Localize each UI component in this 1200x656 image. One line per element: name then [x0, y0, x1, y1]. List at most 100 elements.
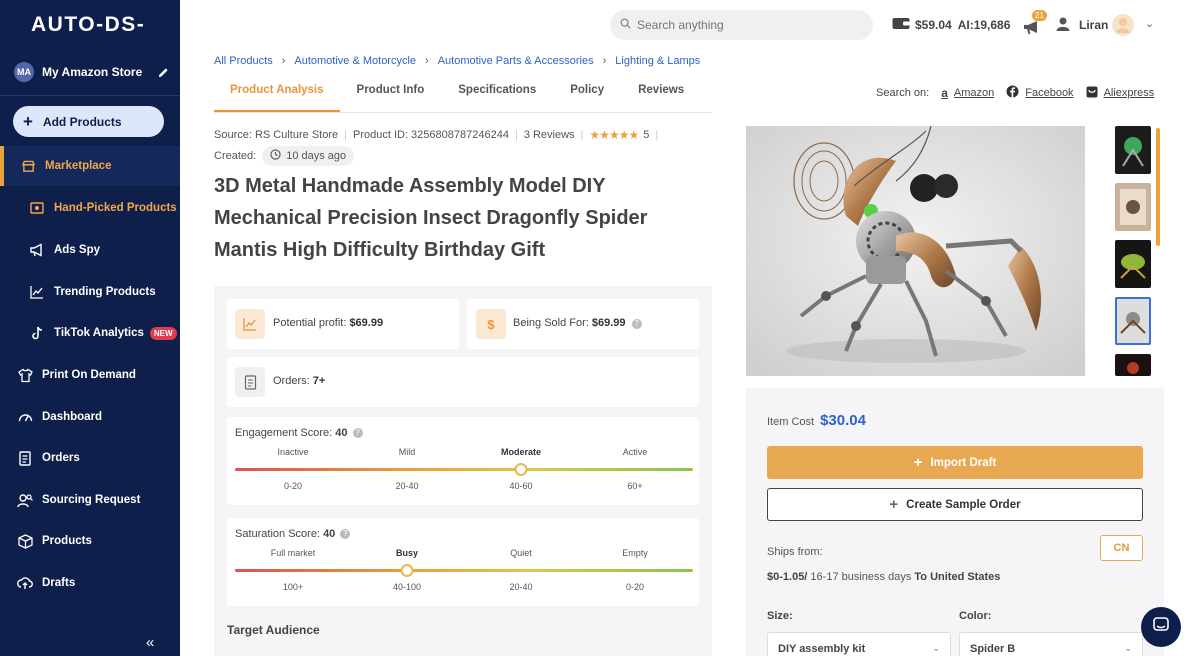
engagement-label: Active	[622, 447, 648, 457]
sidebar-item-orders[interactable]: Orders	[0, 438, 180, 478]
saturation-range: 40-100	[392, 582, 422, 592]
sidebar-item-sourcing[interactable]: Sourcing Request	[0, 480, 180, 520]
plus-icon: +	[23, 112, 33, 131]
search-facebook-link[interactable]: Facebook	[1006, 85, 1074, 101]
help-icon[interactable]: ?	[340, 529, 351, 539]
analysis-panel: Potential profit: $69.99 $ Being Sold Fo…	[214, 286, 712, 656]
thumbnail-selected[interactable]	[1115, 297, 1151, 345]
search-amazon-link[interactable]: a Amazon	[941, 86, 994, 100]
potential-profit-label: Potential profit:	[273, 317, 347, 329]
engagement-range: 20-40	[395, 481, 419, 491]
breadcrumb-link[interactable]: Lighting & Lamps	[615, 55, 700, 67]
engagement-range: 60+	[627, 481, 643, 491]
potential-profit-card: Potential profit: $69.99	[227, 299, 459, 349]
engagement-score-title: Engagement Score: 40 ?	[235, 427, 363, 439]
chevron-right-icon: ›	[425, 55, 429, 67]
app-logo[interactable]: AUTO-DS-	[31, 13, 145, 37]
create-sample-order-button[interactable]: + Create Sample Order	[767, 488, 1143, 521]
facebook-icon	[1006, 85, 1019, 101]
import-draft-button[interactable]: + Import Draft	[767, 446, 1143, 479]
clock-icon	[270, 149, 281, 163]
store-selector[interactable]: MA My Amazon Store	[14, 61, 169, 83]
sidebar-item-label: Trending Products	[54, 286, 156, 298]
thumbnail[interactable]	[1115, 354, 1151, 376]
sourcing-icon	[17, 492, 33, 508]
shipping-price: $0-1.05/	[767, 571, 808, 583]
sidebar-item-dashboard[interactable]: Dashboard	[0, 397, 180, 437]
tab-policy[interactable]: Policy	[570, 80, 604, 112]
sidebar-item-ads-spy[interactable]: Ads Spy	[0, 230, 180, 270]
tab-reviews[interactable]: Reviews	[638, 80, 684, 112]
receipt-icon	[235, 367, 265, 397]
orders: Orders: 7+	[273, 375, 325, 387]
tab-specifications[interactable]: Specifications	[458, 80, 536, 112]
sidebar-item-tiktok[interactable]: TikTok Analytics NEW	[0, 313, 180, 353]
product-meta: Source: RS Culture Store | Product ID: 3…	[214, 128, 664, 142]
search-aliexpress-link[interactable]: Aliexpress	[1086, 86, 1155, 101]
trending-icon	[29, 284, 45, 300]
orders-icon	[17, 450, 33, 466]
wallet-balance[interactable]: $59.04 AI:19,686	[892, 17, 1010, 33]
sidebar-item-trending[interactable]: Trending Products	[0, 272, 180, 312]
dashboard-icon	[17, 409, 33, 425]
search-box[interactable]	[610, 10, 873, 40]
hand-picked-icon	[29, 200, 45, 216]
thumbnail[interactable]	[1115, 240, 1151, 288]
search-input[interactable]	[637, 18, 857, 32]
edit-pencil-icon[interactable]	[157, 66, 169, 78]
sidebar-item-print-on-demand[interactable]: Print On Demand	[0, 355, 180, 395]
thumbnail-scrollbar[interactable]	[1156, 128, 1160, 246]
chevron-right-icon: ›	[281, 55, 286, 67]
tab-product-info[interactable]: Product Info	[357, 80, 425, 112]
aliexpress-label: Aliexpress	[1103, 87, 1155, 99]
avatar[interactable]	[1112, 14, 1134, 36]
orders-value: 7+	[312, 375, 326, 387]
sidebar-item-drafts[interactable]: Drafts	[0, 563, 180, 603]
product-source[interactable]: Source: RS Culture Store	[214, 129, 338, 141]
saturation-label: Empty	[622, 548, 648, 558]
thumbnail[interactable]	[1115, 183, 1151, 231]
breadcrumb-link[interactable]: Automotive & Motorcycle	[294, 55, 416, 67]
star-rating-icon: ★★★★★	[589, 128, 639, 142]
breadcrumb-link[interactable]: All Products	[214, 55, 273, 67]
sidebar-item-marketplace[interactable]: Marketplace	[0, 146, 180, 186]
sidebar-item-label: Ads Spy	[54, 244, 101, 256]
help-icon[interactable]: ?	[352, 428, 363, 438]
sidebar-item-label: Dashboard	[42, 411, 103, 423]
chevron-down-icon: ⌄	[1124, 643, 1132, 653]
product-main-image[interactable]	[746, 126, 1085, 376]
add-products-button[interactable]: + Add Products	[13, 106, 164, 137]
thumbnail-strip	[1115, 126, 1152, 385]
shipping-info: $0-1.05/ 16-17 business days To United S…	[767, 571, 1000, 583]
orders-card: Orders: 7+	[227, 357, 699, 407]
sidebar-item-label: Sourcing Request	[42, 494, 141, 506]
chevron-down-icon[interactable]: ⌄	[1145, 17, 1154, 30]
amazon-icon: a	[941, 86, 948, 100]
account-icon[interactable]	[1055, 16, 1071, 37]
meta-divider: |	[655, 129, 659, 141]
sample-order-label: Create Sample Order	[906, 498, 1021, 511]
size-select[interactable]: DIY assembly kit ⌄	[767, 632, 951, 656]
engagement-range: 0-20	[283, 481, 303, 491]
color-select[interactable]: Spider B ⌄	[959, 632, 1143, 656]
import-draft-label: Import Draft	[930, 456, 997, 469]
saturation-label: Full market	[270, 548, 316, 558]
tab-product-analysis[interactable]: Product Analysis	[214, 80, 340, 112]
chat-button[interactable]	[1141, 607, 1181, 647]
engagement-range: 40-60	[509, 481, 533, 491]
sidebar-item-hand-picked[interactable]: Hand-Picked Products	[0, 188, 180, 228]
breadcrumb-link[interactable]: Automotive Parts & Accessories	[438, 55, 594, 67]
potential-profit: Potential profit: $69.99	[273, 317, 383, 329]
collapse-sidebar-button[interactable]: «	[146, 634, 154, 651]
sidebar-item-products[interactable]: Products	[0, 521, 180, 561]
help-icon[interactable]: ?	[631, 319, 642, 329]
ship-country-button[interactable]: CN	[1100, 535, 1143, 561]
notifications-button[interactable]: 21	[1022, 10, 1047, 36]
box-icon	[17, 533, 33, 549]
tiktok-icon	[29, 325, 45, 341]
user-name[interactable]: Liran	[1079, 18, 1108, 32]
reviews-count[interactable]: 3 Reviews	[524, 129, 575, 141]
sidebar: AUTO-DS- MA My Amazon Store + Add Produc…	[0, 0, 180, 656]
thumbnail[interactable]	[1115, 126, 1151, 174]
sidebar-item-label: TikTok Analytics	[54, 327, 144, 339]
